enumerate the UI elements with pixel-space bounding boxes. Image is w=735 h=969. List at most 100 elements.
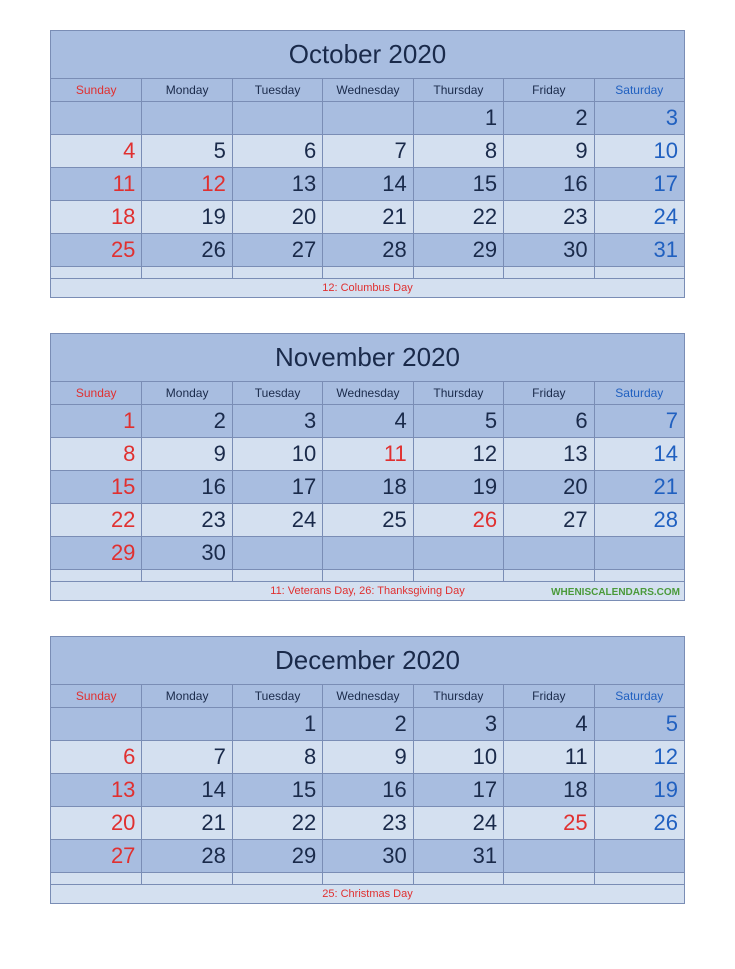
day-cell: 22 — [413, 200, 503, 233]
day-cell: 18 — [503, 773, 593, 806]
day-cell: 31 — [413, 839, 503, 872]
day-cell: 8 — [413, 134, 503, 167]
day-cell — [503, 839, 593, 872]
day-cell-empty — [232, 872, 322, 884]
month-title: November 2020 — [51, 334, 684, 381]
day-cell-empty — [594, 569, 684, 581]
calendar-month: November 2020SundayMondayTuesdayWednesda… — [50, 333, 685, 601]
day-cell-empty — [232, 266, 322, 278]
day-cell: 5 — [594, 707, 684, 740]
day-cell: 24 — [594, 200, 684, 233]
day-cell: 17 — [232, 470, 322, 503]
day-cell: 8 — [232, 740, 322, 773]
day-cell: 27 — [232, 233, 322, 266]
day-cell: 15 — [232, 773, 322, 806]
day-cell: 11 — [503, 740, 593, 773]
day-cell: 1 — [232, 707, 322, 740]
day-cell — [141, 707, 231, 740]
holidays-footer: 11: Veterans Day, 26: Thanksgiving DayWH… — [51, 581, 684, 600]
day-header: Friday — [503, 684, 593, 707]
day-header: Monday — [141, 381, 231, 404]
day-header: Wednesday — [322, 684, 412, 707]
day-cell — [51, 101, 141, 134]
day-cell: 16 — [322, 773, 412, 806]
day-cell: 29 — [232, 839, 322, 872]
day-cell: 24 — [232, 503, 322, 536]
day-cell-empty — [413, 569, 503, 581]
day-cell: 30 — [141, 536, 231, 569]
day-cell: 5 — [413, 404, 503, 437]
day-cell: 2 — [322, 707, 412, 740]
day-cell — [322, 101, 412, 134]
day-cell: 7 — [141, 740, 231, 773]
day-cell: 13 — [51, 773, 141, 806]
day-cell: 23 — [141, 503, 231, 536]
day-header: Sunday — [51, 684, 141, 707]
day-cell: 14 — [594, 437, 684, 470]
day-cell: 28 — [141, 839, 231, 872]
day-cell: 13 — [232, 167, 322, 200]
holidays-footer: 25: Christmas Day — [51, 884, 684, 903]
day-cell: 9 — [322, 740, 412, 773]
day-cell-empty — [141, 569, 231, 581]
calendar-month: October 2020SundayMondayTuesdayWednesday… — [50, 30, 685, 298]
day-cell — [503, 536, 593, 569]
day-header: Thursday — [413, 381, 503, 404]
day-header: Saturday — [594, 381, 684, 404]
day-cell-empty — [322, 872, 412, 884]
day-cell: 22 — [232, 806, 322, 839]
day-cell: 27 — [51, 839, 141, 872]
day-cell-empty — [51, 569, 141, 581]
day-cell-empty — [413, 266, 503, 278]
day-cell: 12 — [141, 167, 231, 200]
day-cell: 29 — [413, 233, 503, 266]
day-cell-empty — [594, 872, 684, 884]
day-cell: 6 — [51, 740, 141, 773]
day-cell-empty — [322, 266, 412, 278]
day-cell: 9 — [141, 437, 231, 470]
day-cell-empty — [503, 569, 593, 581]
day-cell-empty — [51, 872, 141, 884]
day-cell: 4 — [503, 707, 593, 740]
day-cell: 20 — [51, 806, 141, 839]
day-cell — [322, 536, 412, 569]
calendar-month: December 2020SundayMondayTuesdayWednesda… — [50, 636, 685, 904]
day-cell: 7 — [322, 134, 412, 167]
day-cell: 26 — [413, 503, 503, 536]
day-header: Monday — [141, 78, 231, 101]
day-cell: 8 — [51, 437, 141, 470]
day-cell: 13 — [503, 437, 593, 470]
day-cell — [594, 839, 684, 872]
day-cell-empty — [503, 872, 593, 884]
day-cell: 6 — [232, 134, 322, 167]
day-header: Tuesday — [232, 684, 322, 707]
day-cell: 21 — [141, 806, 231, 839]
day-header: Saturday — [594, 684, 684, 707]
day-cell: 5 — [141, 134, 231, 167]
day-header: Saturday — [594, 78, 684, 101]
calendar-grid: SundayMondayTuesdayWednesdayThursdayFrid… — [51, 381, 684, 581]
day-cell: 2 — [503, 101, 593, 134]
day-cell-empty — [141, 266, 231, 278]
day-cell: 30 — [322, 839, 412, 872]
day-cell: 10 — [594, 134, 684, 167]
day-cell-empty — [413, 872, 503, 884]
day-cell: 17 — [594, 167, 684, 200]
day-cell: 29 — [51, 536, 141, 569]
day-cell: 25 — [322, 503, 412, 536]
day-cell — [232, 101, 322, 134]
day-cell: 18 — [51, 200, 141, 233]
day-cell: 21 — [594, 470, 684, 503]
month-title: October 2020 — [51, 31, 684, 78]
day-cell — [413, 536, 503, 569]
day-cell: 15 — [413, 167, 503, 200]
day-header: Sunday — [51, 381, 141, 404]
day-cell-empty — [503, 266, 593, 278]
day-cell: 19 — [141, 200, 231, 233]
day-cell: 28 — [594, 503, 684, 536]
day-cell: 10 — [232, 437, 322, 470]
day-header: Wednesday — [322, 78, 412, 101]
day-header: Tuesday — [232, 381, 322, 404]
day-header: Tuesday — [232, 78, 322, 101]
day-header: Friday — [503, 78, 593, 101]
